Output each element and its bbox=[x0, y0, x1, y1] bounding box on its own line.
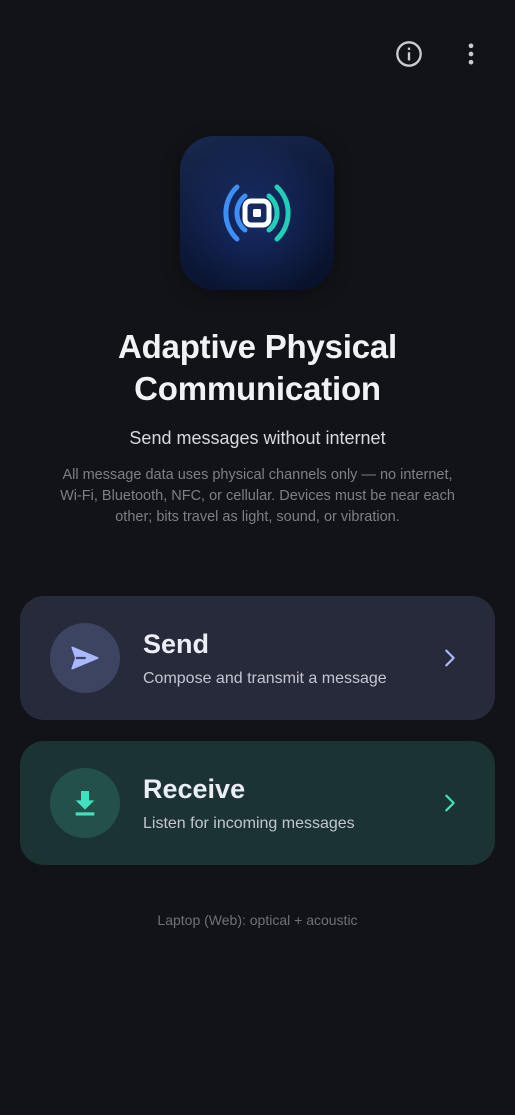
more-options-button[interactable] bbox=[451, 34, 491, 74]
send-chevron bbox=[435, 643, 465, 673]
page-title: Adaptive Physical Communication bbox=[117, 328, 398, 407]
send-card-text: Send Compose and transmit a message bbox=[143, 628, 435, 688]
send-title: Send bbox=[143, 629, 210, 659]
chevron-right-icon bbox=[445, 794, 455, 812]
info-icon bbox=[396, 41, 422, 67]
top-bar bbox=[389, 34, 491, 74]
receive-chevron bbox=[435, 788, 465, 818]
send-button[interactable]: Send Compose and transmit a message bbox=[20, 596, 495, 720]
download-icon bbox=[75, 791, 95, 816]
receive-title: Receive bbox=[143, 774, 246, 804]
page-subtitle: Send messages without internet bbox=[129, 428, 386, 448]
chevron-right-icon bbox=[445, 649, 455, 667]
app-logo bbox=[180, 136, 334, 290]
send-icon bbox=[71, 646, 99, 670]
receive-card-text: Receive Listen for incoming messages bbox=[143, 773, 435, 833]
info-button[interactable] bbox=[389, 34, 429, 74]
more-vert-icon bbox=[468, 43, 474, 65]
page-description: All message data uses physical channels … bbox=[60, 467, 455, 525]
receive-button[interactable]: Receive Listen for incoming messages bbox=[20, 741, 495, 865]
send-icon-badge bbox=[50, 623, 120, 693]
receive-icon-badge bbox=[50, 768, 120, 838]
broadcast-signal-icon bbox=[223, 184, 291, 242]
receive-subtitle: Listen for incoming messages bbox=[143, 815, 355, 832]
send-subtitle: Compose and transmit a message bbox=[143, 670, 387, 687]
device-capabilities: Laptop (Web): optical + acoustic bbox=[157, 912, 358, 928]
